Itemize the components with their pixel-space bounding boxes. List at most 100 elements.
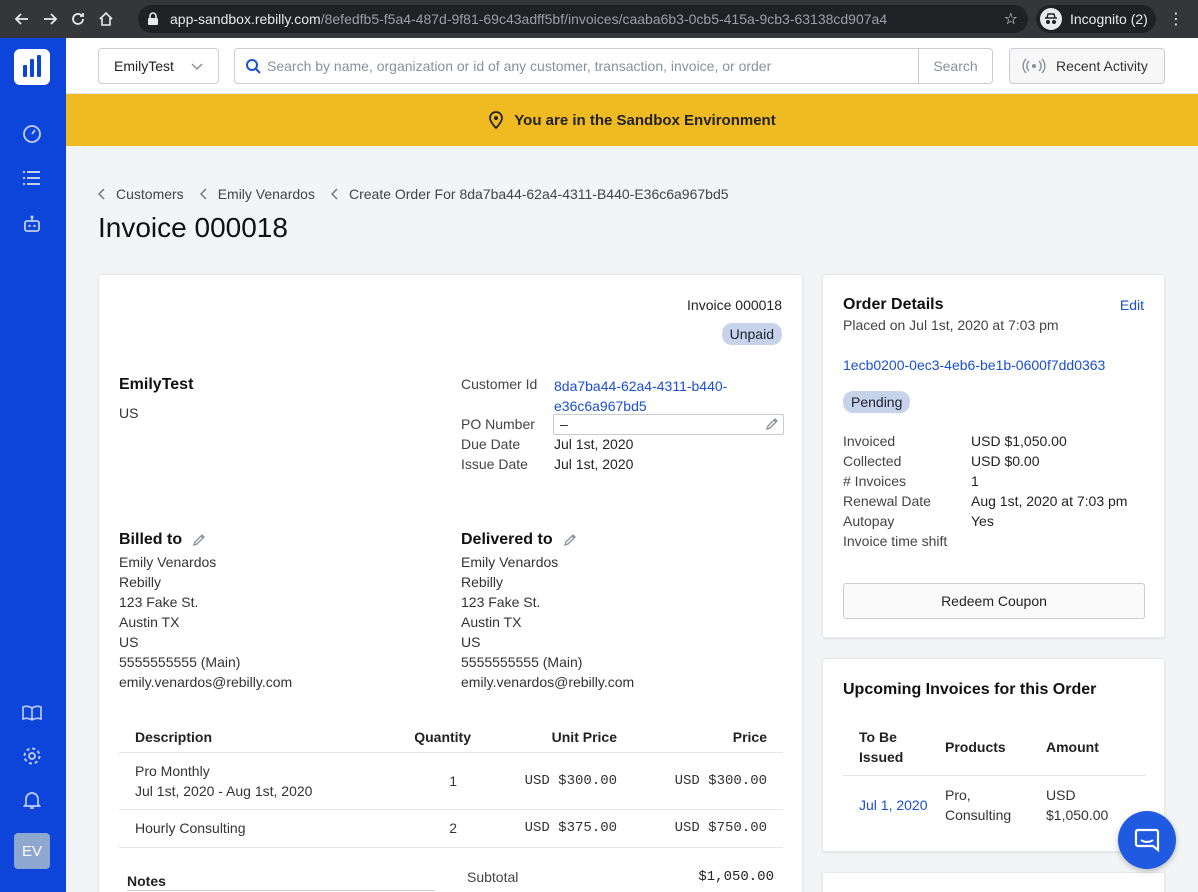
url-host: app-sandbox.rebilly.com: [170, 11, 321, 27]
item-quantity: 1: [379, 752, 471, 810]
order-row-value: USD $0.00: [971, 453, 1040, 469]
customer-id-link[interactable]: 8da7ba44-62a4-4311-b440- e36c6a967bd5: [554, 376, 727, 416]
home-icon[interactable]: [92, 5, 120, 33]
order-row-label: Invoice time shift: [843, 533, 948, 549]
incognito-icon: [1040, 8, 1062, 30]
notes-label: Notes: [127, 873, 166, 889]
book-icon[interactable]: [21, 702, 43, 724]
due-date-label: Due Date: [461, 436, 521, 452]
back-icon[interactable]: [8, 5, 36, 33]
item-price: USD $750.00: [617, 809, 783, 848]
browser-menu-icon[interactable]: ⋮: [1168, 9, 1184, 29]
upcoming-invoices-table: To Be Issued Products Amount Jul 1, 2020…: [843, 719, 1146, 834]
order-row-value: 1: [971, 473, 979, 489]
address-line: 5555555555 (Main): [119, 654, 241, 670]
column-header: To Be Issued: [843, 719, 929, 776]
redeem-coupon-button[interactable]: Redeem Coupon: [843, 583, 1145, 619]
breadcrumb-label: Customers: [116, 186, 184, 202]
forward-icon[interactable]: [36, 5, 64, 33]
item-name: Hourly Consulting: [119, 809, 379, 848]
recent-activity-label: Recent Activity: [1056, 58, 1148, 74]
top-bar: EmilyTest Search Recent Activity: [66, 38, 1198, 94]
bookmark-star-icon[interactable]: ☆: [1004, 9, 1018, 29]
location-pin-icon: [489, 111, 504, 129]
url-path: /8efedfb5-f5a4-487d-9f81-69c43adff5bf/in…: [320, 11, 888, 27]
customer-id-line: 8da7ba44-62a4-4311-b440-: [554, 378, 728, 394]
recent-activity-button[interactable]: Recent Activity: [1009, 48, 1165, 84]
customer-id-label: Customer Id: [461, 376, 538, 392]
edit-order-link[interactable]: Edit: [1120, 297, 1144, 313]
item-unit-price: USD $375.00: [471, 809, 617, 848]
dashboard-icon[interactable]: [21, 123, 43, 145]
list-icon[interactable]: [21, 167, 43, 189]
column-header: Unit Price: [471, 722, 617, 753]
column-header: Description: [119, 722, 379, 753]
column-header-line: Issued: [859, 748, 904, 765]
address-line: US: [119, 634, 139, 650]
search-button[interactable]: Search: [918, 49, 992, 83]
upcoming-invoice-date-link[interactable]: Jul 1, 2020: [859, 797, 928, 813]
order-id-link[interactable]: 1ecb0200-0ec3-4eb6-be1b-0600f7dd0363: [843, 357, 1105, 373]
organization-selector[interactable]: EmilyTest: [98, 48, 219, 84]
order-row-value: USD $1,050.00: [971, 433, 1067, 449]
breadcrumb-label: Create Order For 8da7ba44-62a4-4311-B440…: [348, 186, 729, 202]
breadcrumb: Customers Emily Venardos Create Order Fo…: [98, 186, 745, 202]
subtotal-label: Subtotal: [467, 869, 519, 885]
subtotal-value: $1,050.00: [698, 869, 774, 885]
user-avatar[interactable]: EV: [14, 833, 50, 869]
billed-to-heading: Billed to: [119, 531, 206, 549]
left-rail: EV: [0, 38, 66, 892]
sandbox-banner: You are in the Sandbox Environment: [66, 94, 1198, 146]
chevron-down-icon: [191, 63, 203, 71]
column-header: Price: [617, 722, 783, 753]
order-row-label: # Invoices: [843, 473, 907, 489]
global-search: Search: [234, 48, 993, 84]
pencil-icon[interactable]: [563, 533, 577, 547]
invoice-status-badge: Unpaid: [721, 323, 782, 345]
customer-country: US: [119, 405, 139, 421]
order-row-label: Renewal Date: [843, 493, 931, 509]
address-line: emily.venardos@rebilly.com: [119, 674, 293, 690]
address-line: Rebilly: [119, 574, 162, 590]
rebilly-logo[interactable]: [14, 49, 50, 85]
incognito-indicator[interactable]: Incognito (2): [1036, 5, 1156, 33]
settings-gear-icon[interactable]: [21, 745, 43, 767]
item-period: Jul 1st, 2020 - Aug 1st, 2020: [135, 782, 313, 799]
robot-icon[interactable]: [21, 213, 43, 235]
item-quantity: 2: [379, 809, 471, 848]
upcoming-invoices-title: Upcoming Invoices for this Order: [843, 681, 1097, 698]
order-row-label: Invoiced: [843, 433, 896, 449]
invoice-card: Invoice 000018 Unpaid EmilyTest US Custo…: [98, 274, 803, 892]
chat-launcher-button[interactable]: [1118, 811, 1176, 869]
po-number-value: –: [560, 416, 568, 432]
column-header: Amount: [1030, 719, 1146, 776]
customer-id-line: e36c6a967bd5: [554, 398, 647, 414]
upcoming-products-line: Consulting: [945, 806, 1012, 823]
breadcrumb-customer[interactable]: Emily Venardos: [199, 186, 315, 202]
search-input[interactable]: [267, 58, 918, 74]
pencil-icon[interactable]: [192, 533, 206, 547]
broadcast-icon: [1022, 58, 1046, 74]
upcoming-invoices-card: Upcoming Invoices for this Order To Be I…: [822, 658, 1165, 852]
order-status-badge: Pending: [843, 391, 911, 413]
po-number-field[interactable]: –: [553, 414, 784, 435]
column-header-line: To Be: [859, 728, 897, 745]
breadcrumb-create-order[interactable]: Create Order For 8da7ba44-62a4-4311-B440…: [330, 186, 729, 202]
reload-icon[interactable]: [64, 5, 92, 33]
table-row: Pro Monthly Jul 1st, 2020 - Aug 1st, 202…: [119, 752, 783, 810]
address-bar[interactable]: app-sandbox.rebilly.com /8efedfb5-f5a4-4…: [138, 5, 1028, 33]
order-placed-date: Placed on Jul 1st, 2020 at 7:03 pm: [843, 317, 1059, 333]
organization-name: EmilyTest: [114, 58, 174, 74]
chat-bubble-icon: [1134, 828, 1160, 853]
pencil-icon: [765, 418, 778, 431]
address-line: 123 Fake St.: [461, 594, 541, 610]
order-row-label: Autopay: [843, 513, 895, 529]
next-card: [822, 872, 1165, 892]
item-unit-price: USD $300.00: [471, 752, 617, 810]
address-line: emily.venardos@rebilly.com: [461, 674, 635, 690]
order-details-title: Order Details: [843, 296, 944, 313]
address-line: Rebilly: [461, 574, 504, 590]
breadcrumb-customers[interactable]: Customers: [98, 186, 184, 202]
notifications-bell-icon[interactable]: [21, 789, 43, 811]
upcoming-amount-line: USD: [1046, 786, 1076, 803]
